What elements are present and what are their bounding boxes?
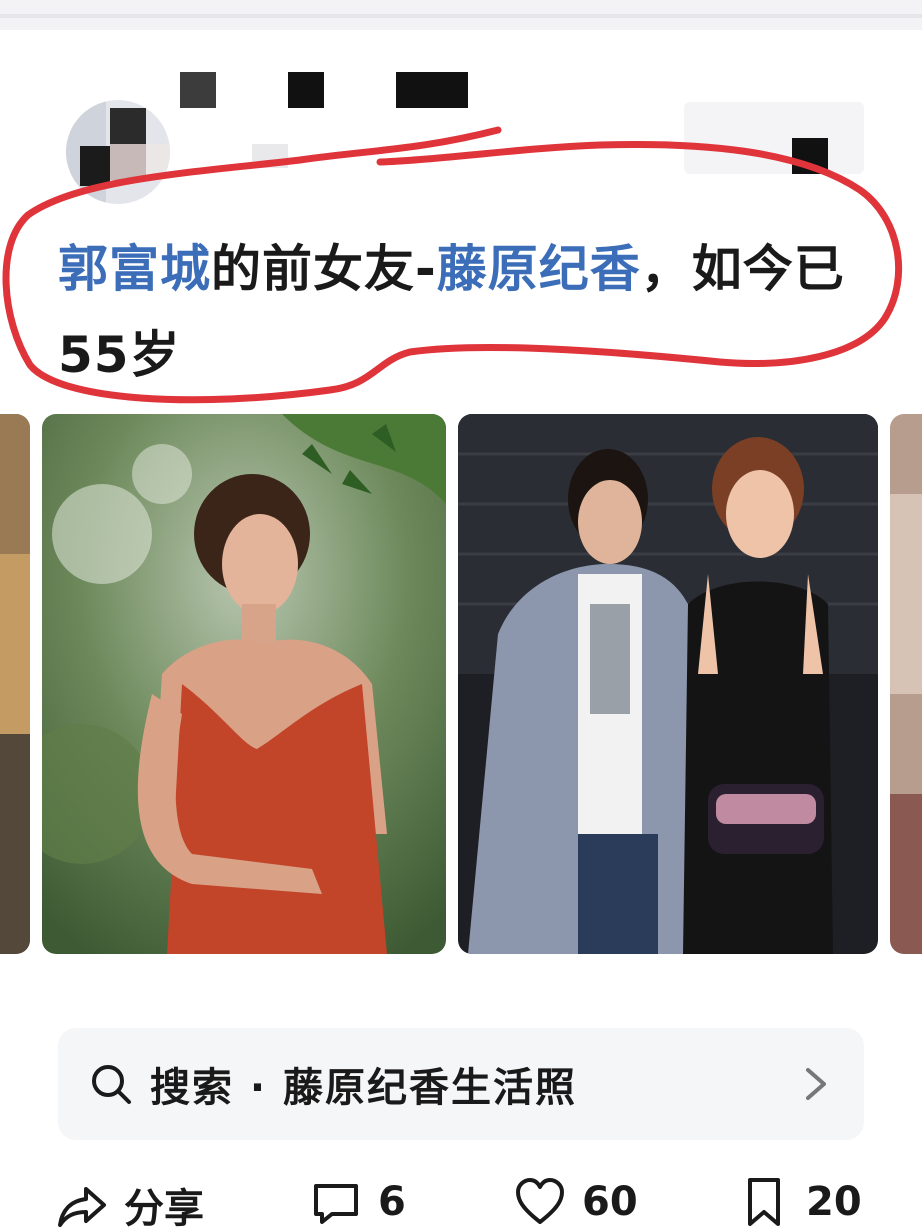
share-icon [58, 1187, 106, 1227]
image-gallery [0, 414, 922, 954]
collect-count: 20 [806, 1179, 862, 1225]
divider [0, 14, 922, 18]
search-icon [92, 1065, 131, 1104]
heart-icon [516, 1178, 564, 1224]
action-bar: 分享 6 60 20 [0, 1168, 922, 1229]
search-suggestion-label: 搜索 · 藤原纪香生活照 [150, 1065, 578, 1111]
comment-icon [314, 1184, 358, 1224]
username-mosaic [396, 72, 468, 108]
avatar[interactable] [66, 100, 170, 204]
like-button[interactable]: 60 [514, 1176, 638, 1228]
photo-peek-right[interactable] [890, 414, 922, 954]
photo-peek-left[interactable] [0, 414, 30, 954]
post-title: 郭富城的前女友-藤原纪香，如今已55岁 [58, 226, 858, 398]
author-header [0, 30, 922, 210]
comment-button[interactable]: 6 [310, 1176, 406, 1228]
title-link-person-2[interactable]: 藤原纪香 [437, 240, 641, 298]
like-count: 60 [582, 1179, 638, 1225]
bookmark-icon [748, 1178, 780, 1226]
share-label: 分享 [124, 1186, 204, 1229]
photo-woman-red-dress[interactable] [42, 414, 446, 954]
username-mosaic [180, 72, 216, 108]
photo-couple[interactable] [458, 414, 878, 954]
username-mosaic [288, 72, 324, 108]
comment-count: 6 [378, 1179, 406, 1225]
top-strip [0, 0, 922, 30]
username-mosaic [252, 144, 288, 168]
related-search-bar[interactable]: 搜索 · 藤原纪香生活照 [58, 1028, 864, 1140]
collect-button[interactable]: 20 [738, 1176, 862, 1228]
follow-button[interactable] [684, 102, 864, 174]
title-link-person-1[interactable]: 郭富城 [58, 240, 211, 298]
title-text: 的前女友- [211, 240, 437, 298]
share-button[interactable]: 分享 [56, 1176, 204, 1229]
chevron-right-icon [806, 1068, 826, 1100]
